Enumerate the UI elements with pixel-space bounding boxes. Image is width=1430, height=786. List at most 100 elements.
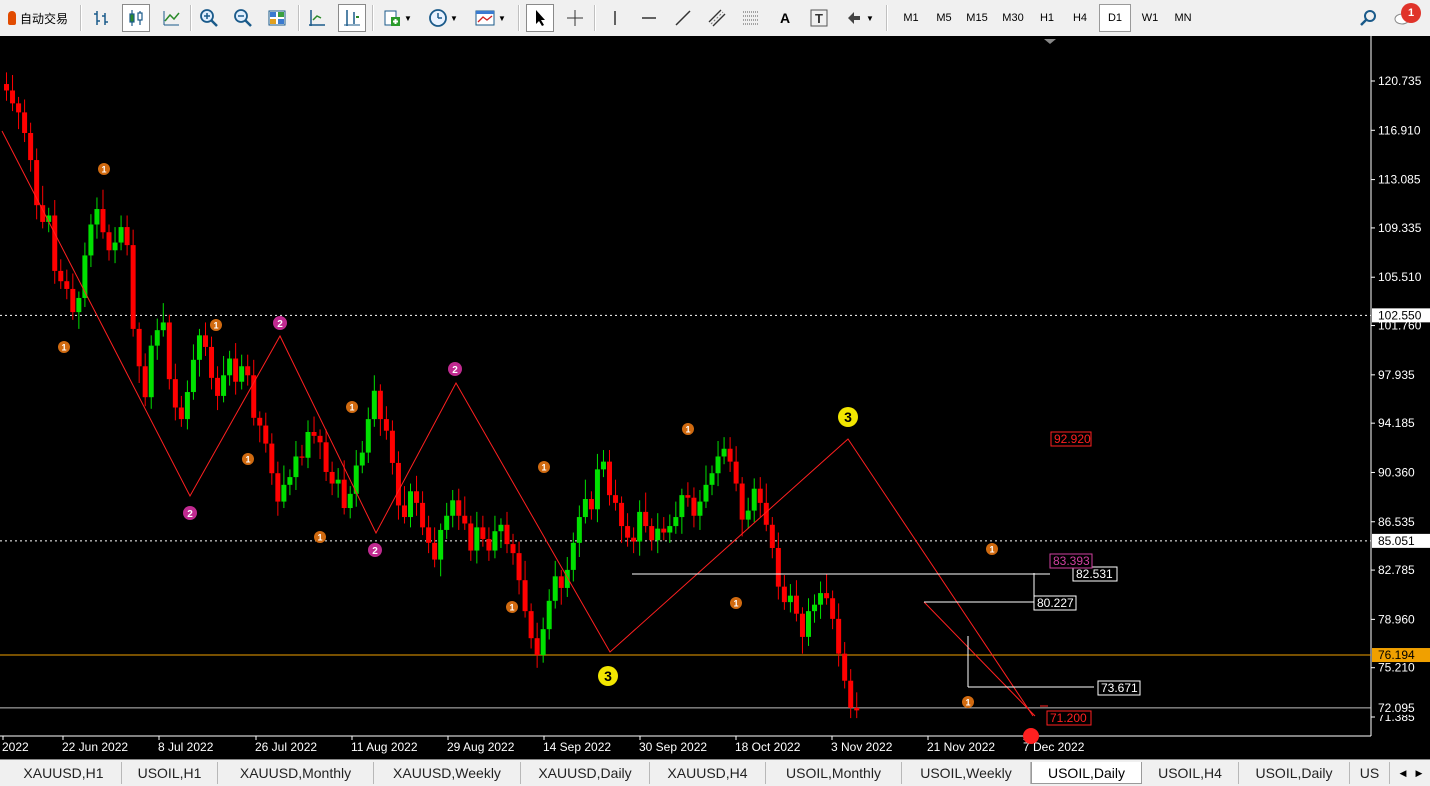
- timeframe-h4-button[interactable]: H4: [1064, 4, 1096, 32]
- wave-marker-label: 1: [733, 599, 738, 609]
- date-axis-label: 14 Sep 2022: [543, 740, 611, 754]
- text-tool-button[interactable]: A: [772, 4, 798, 32]
- chart-tab[interactable]: XAUUSD,Weekly: [374, 762, 521, 784]
- chart-tab-bar: XAUUSD,H1 USOIL,H1 XAUUSD,Monthly XAUUSD,We…: [0, 759, 1430, 786]
- price-axis-label: 109.335: [1378, 221, 1422, 235]
- candlestick-icon: [129, 10, 143, 26]
- timeframe-mn-button[interactable]: MN: [1167, 4, 1199, 32]
- date-axis-label: 18 Oct 2022: [735, 740, 801, 754]
- date-axis-label: 11 Aug 2022: [351, 740, 418, 754]
- price-axis-label: 90.360: [1378, 465, 1415, 479]
- wave-marker-label: 1: [61, 343, 66, 353]
- trend-segment[interactable]: [923, 601, 1036, 717]
- autoscroll-button[interactable]: [338, 4, 366, 32]
- arrows-button[interactable]: ▼: [840, 4, 878, 32]
- candle-body: [245, 366, 251, 376]
- candle-body: [534, 638, 540, 655]
- candle-body: [793, 595, 799, 614]
- fibonacci-button[interactable]: [738, 4, 764, 32]
- chart-tab-active[interactable]: USOIL,Daily: [1031, 762, 1142, 784]
- candle-body: [347, 493, 353, 509]
- candle-body: [136, 328, 142, 367]
- cursor-tool-button[interactable]: [526, 4, 554, 32]
- chart-tab[interactable]: XAUUSD,Daily: [521, 762, 650, 784]
- candle-body: [450, 500, 456, 516]
- candle-body: [625, 526, 631, 538]
- date-axis-label: 2022: [2, 740, 29, 754]
- candle-body: [202, 335, 208, 347]
- chart-tab[interactable]: USOIL,Weekly: [902, 762, 1031, 784]
- zoom-out-button[interactable]: [230, 4, 256, 32]
- chart-shift-button[interactable]: [304, 4, 330, 32]
- search-button[interactable]: [1356, 4, 1380, 32]
- text-label-button[interactable]: T: [806, 4, 832, 32]
- candle-body: [209, 346, 215, 378]
- price-chart[interactable]: 120.735116.910113.085109.335105.510101.7…: [0, 36, 1430, 759]
- chart-tab[interactable]: XAUUSD,Monthly: [218, 762, 374, 784]
- chart-tab[interactable]: XAUUSD,H1: [6, 762, 122, 784]
- price-axis-label: 75.210: [1378, 661, 1415, 675]
- candle-body: [486, 538, 492, 551]
- chart-tab[interactable]: USOIL,H1: [122, 762, 218, 784]
- periodicity-button[interactable]: ▼: [424, 4, 462, 32]
- chart-window[interactable]: 120.735 116.910 113.085 109.335 105.510 101.7…: [0, 36, 1430, 759]
- toolbar: 自动交易 ▼ ▼ ▼ A T ▼ M1 M5 M15 M30 H1 H4 D1 …: [0, 0, 1430, 37]
- auto-trading-button[interactable]: 自动交易: [0, 4, 76, 32]
- chart-tab[interactable]: XAUUSD,H4: [650, 762, 766, 784]
- candle-body: [365, 419, 371, 453]
- channel-icon: [708, 9, 726, 27]
- candle-body: [88, 224, 94, 256]
- tab-scroll-right-button[interactable]: ▶: [1412, 764, 1426, 782]
- timeframe-m15-button[interactable]: M15: [961, 4, 993, 32]
- candle-body: [323, 442, 329, 472]
- candle-body: [196, 335, 202, 360]
- candle-body: [757, 488, 763, 503]
- candle-body: [685, 495, 691, 498]
- timeframe-m1-button[interactable]: M1: [895, 4, 927, 32]
- arrows-icon: [848, 12, 861, 24]
- date-axis-label: 22 Jun 2022: [62, 740, 128, 754]
- line-chart-button[interactable]: [158, 4, 184, 32]
- wave-marker-label: 1: [965, 698, 970, 708]
- candle-body: [190, 359, 196, 393]
- zoom-out-icon: [234, 9, 252, 27]
- vertical-line-button[interactable]: [602, 4, 628, 32]
- candle-body: [522, 580, 528, 612]
- chart-tab[interactable]: US: [1350, 762, 1390, 784]
- candle-body: [498, 524, 504, 532]
- candle-body: [468, 523, 474, 551]
- candlestick-chart-button[interactable]: [122, 4, 150, 32]
- indicators-button[interactable]: ▼: [378, 4, 416, 32]
- bar-chart-button[interactable]: [88, 4, 114, 32]
- zigzag-wave-line[interactable]: [1, 130, 1034, 717]
- wave-marker-label: 3: [604, 668, 612, 684]
- candle-body: [787, 595, 793, 603]
- price-axis-label: 120.735: [1378, 74, 1422, 88]
- chart-tab[interactable]: USOIL,Daily: [1239, 762, 1350, 784]
- timeframe-m5-button[interactable]: M5: [928, 4, 960, 32]
- zoom-in-button[interactable]: [196, 4, 222, 32]
- tab-scroll-left-button[interactable]: ◀: [1396, 764, 1410, 782]
- trendline-button[interactable]: [670, 4, 696, 32]
- equidistant-channel-button[interactable]: [704, 4, 730, 32]
- chart-tab[interactable]: USOIL,H4: [1142, 762, 1239, 784]
- timeframe-h1-button[interactable]: H1: [1031, 4, 1063, 32]
- candle-body: [281, 484, 287, 502]
- timeframe-m30-button[interactable]: M30: [997, 4, 1029, 32]
- level-label: 73.671: [1101, 681, 1138, 695]
- timeframe-d1-button[interactable]: D1: [1099, 4, 1131, 32]
- crosshair-tool-button[interactable]: [562, 4, 588, 32]
- toolbar-separator: [80, 5, 82, 31]
- price-axis-label: 78.960: [1378, 612, 1415, 626]
- horizontal-line-button[interactable]: [636, 4, 662, 32]
- tile-windows-button[interactable]: [264, 4, 290, 32]
- candle-body: [824, 593, 830, 599]
- candle-body: [848, 680, 854, 708]
- chart-shift-marker[interactable]: [1044, 39, 1056, 44]
- candle-body: [16, 103, 22, 113]
- timeframe-w1-button[interactable]: W1: [1134, 4, 1166, 32]
- templates-button[interactable]: ▼: [470, 4, 510, 32]
- price-level-tag: 76.194: [1378, 648, 1415, 662]
- candle-body: [546, 600, 552, 630]
- chart-tab[interactable]: USOIL,Monthly: [766, 762, 902, 784]
